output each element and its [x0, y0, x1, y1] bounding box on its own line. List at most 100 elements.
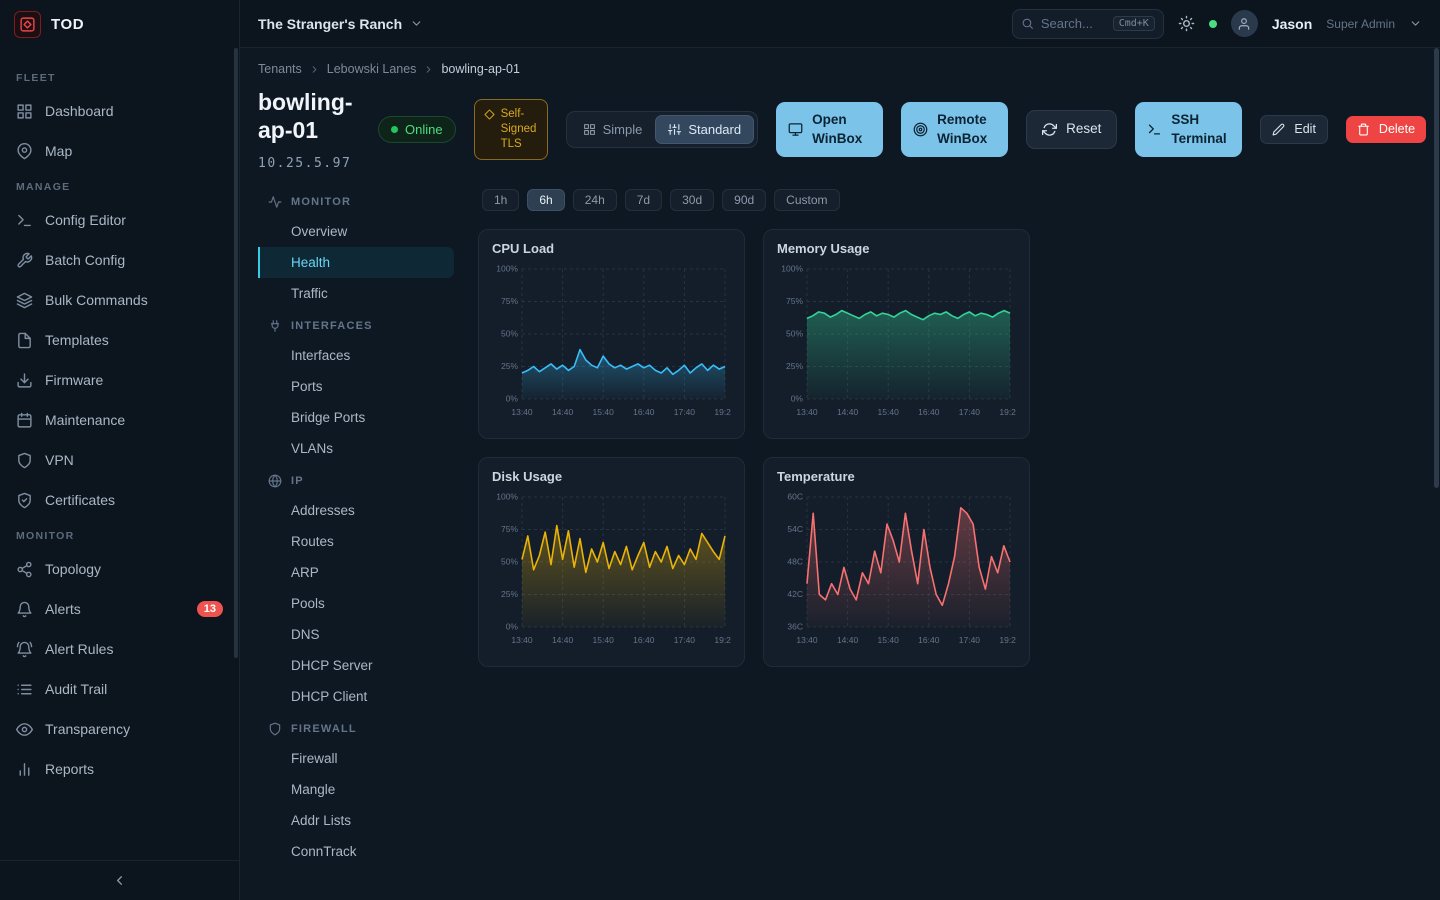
subnav-item-ports[interactable]: Ports	[258, 371, 454, 402]
cpu-load-chart: 100%75%50%25%0%13:4014:4015:4016:4017:40…	[492, 261, 731, 423]
sidebar-item-firmware[interactable]: Firmware	[0, 360, 239, 400]
sidebar: TOD FLEET Dashboard Map MANAGE Config Ed…	[0, 0, 240, 900]
activity-icon	[268, 195, 282, 209]
status-badge: Online	[378, 116, 456, 143]
page-scrollbar[interactable]	[1434, 48, 1439, 488]
svg-text:19:25: 19:25	[999, 635, 1016, 645]
sidebar-item-config-editor[interactable]: Config Editor	[0, 200, 239, 240]
subnav-item-mangle[interactable]: Mangle	[258, 774, 454, 805]
svg-text:60C: 60C	[787, 492, 803, 502]
time-range-24h[interactable]: 24h	[573, 189, 617, 211]
user-name: Jason	[1272, 16, 1312, 32]
edit-button[interactable]: Edit	[1260, 115, 1328, 144]
chart-title: Temperature	[777, 469, 1016, 484]
globe-icon	[268, 474, 282, 488]
calendar-icon	[16, 412, 33, 429]
sidebar-item-maintenance[interactable]: Maintenance	[0, 400, 239, 440]
subnav-item-dns[interactable]: DNS	[258, 619, 454, 650]
subnav-item-conntrack[interactable]: ConnTrack	[258, 836, 454, 867]
search-input[interactable]: Search... Cmd+K	[1012, 9, 1164, 39]
time-range-7d[interactable]: 7d	[625, 189, 662, 211]
eye-icon	[16, 721, 33, 738]
subnav-item-addr-lists[interactable]: Addr Lists	[258, 805, 454, 836]
tenant-name: The Stranger's Ranch	[258, 16, 402, 32]
theme-toggle-sun-icon[interactable]	[1178, 15, 1195, 32]
svg-text:13:40: 13:40	[511, 407, 533, 417]
shield-icon	[268, 722, 282, 736]
avatar[interactable]	[1231, 10, 1258, 37]
topology-icon	[16, 561, 33, 578]
subnav-item-vlans[interactable]: VLANs	[258, 433, 454, 464]
sidebar-item-templates[interactable]: Templates	[0, 320, 239, 360]
subnav-item-interfaces[interactable]: Interfaces	[258, 340, 454, 371]
chart-title: Memory Usage	[777, 241, 1016, 256]
sidebar-item-topology[interactable]: Topology	[0, 549, 239, 589]
sidebar-item-transparency[interactable]: Transparency	[0, 709, 239, 749]
svg-text:48C: 48C	[787, 557, 803, 567]
sidebar-item-label: VPN	[45, 452, 74, 468]
tenant-selector[interactable]: The Stranger's Ranch	[258, 16, 423, 32]
svg-text:13:40: 13:40	[511, 635, 533, 645]
subnav-item-pools[interactable]: Pools	[258, 588, 454, 619]
subnav-item-traffic[interactable]: Traffic	[258, 278, 454, 309]
bar-chart-icon	[16, 761, 33, 778]
sidebar-item-dashboard[interactable]: Dashboard	[0, 91, 239, 131]
reset-button[interactable]: Reset	[1026, 110, 1117, 148]
sidebar-item-map[interactable]: Map	[0, 131, 239, 171]
svg-text:15:40: 15:40	[593, 635, 615, 645]
subnav-item-dhcp-client[interactable]: DHCP Client	[258, 681, 454, 712]
sidebar-scrollbar[interactable]	[234, 48, 238, 658]
breadcrumb-tenants[interactable]: Tenants	[258, 62, 302, 76]
svg-text:100%: 100%	[781, 264, 803, 274]
memory-usage-chart-card: Memory Usage 100%75%50%25%0%13:4014:4015…	[763, 229, 1030, 439]
layers-icon	[16, 292, 33, 309]
bell-icon	[16, 601, 33, 618]
breadcrumb-tenant-name[interactable]: Lebowski Lanes	[327, 62, 417, 76]
device-subnav: MONITOR Overview Health Traffic INTERFAC…	[258, 185, 454, 900]
sidebar-item-vpn[interactable]: VPN	[0, 440, 239, 480]
subnav-item-addresses[interactable]: Addresses	[258, 495, 454, 526]
sidebar-item-reports[interactable]: Reports	[0, 749, 239, 789]
subnav-item-overview[interactable]: Overview	[258, 216, 454, 247]
connection-status-dot	[1209, 20, 1217, 28]
subnav-item-arp[interactable]: ARP	[258, 557, 454, 588]
chart-grid: CPU Load 100%75%50%25%0%13:4014:4015:401…	[478, 229, 1422, 667]
delete-button[interactable]: Delete	[1346, 116, 1426, 143]
sidebar-item-certificates[interactable]: Certificates	[0, 480, 239, 520]
view-mode-standard[interactable]: Standard	[655, 115, 754, 144]
time-range-1h[interactable]: 1h	[482, 189, 519, 211]
logo-row: TOD	[0, 0, 239, 48]
wrench-icon	[16, 252, 33, 269]
time-range-90d[interactable]: 90d	[722, 189, 766, 211]
sidebar-item-batch-config[interactable]: Batch Config	[0, 240, 239, 280]
subnav-item-routes[interactable]: Routes	[258, 526, 454, 557]
time-range-30d[interactable]: 30d	[670, 189, 714, 211]
sidebar-item-alerts[interactable]: Alerts 13	[0, 589, 239, 629]
svg-text:54C: 54C	[787, 524, 803, 534]
svg-text:75%: 75%	[786, 296, 803, 306]
search-shortcut-kbd: Cmd+K	[1113, 16, 1155, 31]
chevron-down-icon[interactable]	[1409, 17, 1422, 30]
subnav-item-bridge-ports[interactable]: Bridge Ports	[258, 402, 454, 433]
subnav-item-firewall[interactable]: Firewall	[258, 743, 454, 774]
subnav-item-dhcp-server[interactable]: DHCP Server	[258, 650, 454, 681]
sidebar-item-alert-rules[interactable]: Alert Rules	[0, 629, 239, 669]
time-range-custom[interactable]: Custom	[774, 189, 839, 211]
sidebar-collapse-button[interactable]	[0, 860, 239, 900]
time-range-6h[interactable]: 6h	[527, 189, 564, 211]
subnav-item-health[interactable]: Health	[258, 247, 454, 278]
sidebar-item-audit-trail[interactable]: Audit Trail	[0, 669, 239, 709]
svg-text:25%: 25%	[501, 361, 518, 371]
svg-text:16:40: 16:40	[633, 635, 655, 645]
view-mode-simple[interactable]: Simple	[570, 115, 656, 144]
breadcrumb: Tenants Lebowski Lanes bowling-ap-01	[258, 62, 1422, 76]
sidebar-item-bulk-commands[interactable]: Bulk Commands	[0, 280, 239, 320]
ssh-terminal-button[interactable]: SSH Terminal	[1135, 102, 1242, 156]
remote-winbox-button[interactable]: Remote WinBox	[901, 102, 1008, 156]
open-winbox-button[interactable]: Open WinBox	[776, 102, 883, 156]
time-range-selector: 1h 6h 24h 7d 30d 90d Custom	[482, 189, 1422, 211]
sidebar-item-label: Firmware	[45, 372, 103, 388]
map-pin-icon	[16, 143, 33, 160]
svg-text:50%: 50%	[501, 557, 518, 567]
section-label-monitor: MONITOR	[0, 520, 239, 549]
